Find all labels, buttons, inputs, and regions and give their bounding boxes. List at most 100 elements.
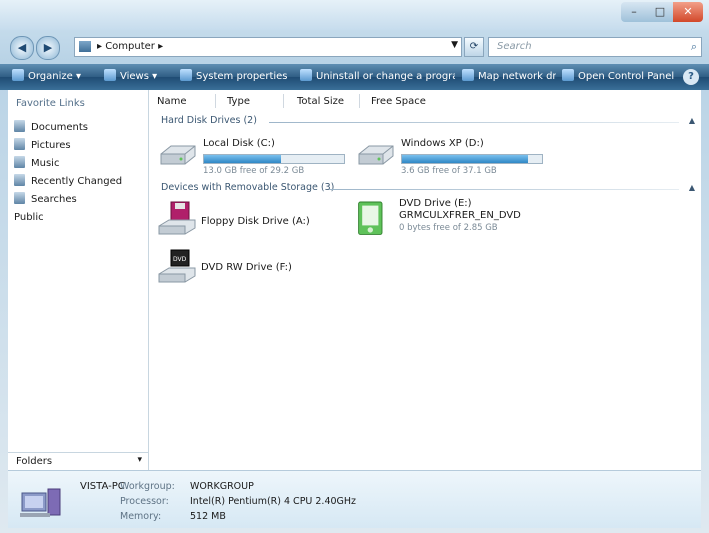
address-bar[interactable]: ▸ Computer ▸ ▼ bbox=[74, 37, 462, 57]
drive-d-usage-bar bbox=[401, 154, 543, 164]
drive-c-usage-fill bbox=[204, 155, 281, 163]
uninstall-label: Uninstall or change a program bbox=[316, 71, 455, 82]
column-header-free-space[interactable]: Free Space bbox=[371, 96, 426, 107]
address-dropdown-icon[interactable]: ▼ bbox=[451, 40, 458, 50]
floppy-drive-a[interactable]: Floppy Disk Drive (A:) bbox=[157, 200, 337, 244]
window-controls: – □ ✕ bbox=[621, 2, 703, 22]
svg-text:DVD: DVD bbox=[173, 256, 187, 263]
map-network-drive-button[interactable]: Map network drive bbox=[462, 64, 556, 90]
group-divider bbox=[269, 122, 679, 123]
favorite-links-heading: Favorite Links bbox=[16, 98, 85, 109]
nav-item-documents[interactable]: Documents bbox=[14, 120, 88, 136]
views-button[interactable]: Views ▾ bbox=[104, 64, 157, 90]
processor-value: Intel(R) Pentium(R) 4 CPU 2.40GHz bbox=[190, 496, 357, 507]
refresh-button[interactable]: ⟳ bbox=[464, 37, 484, 57]
control-panel-label: Open Control Panel bbox=[578, 71, 674, 82]
column-header-total-size[interactable]: Total Size bbox=[297, 96, 344, 107]
map-network-drive-label: Map network drive bbox=[478, 71, 556, 82]
dvd-disc-icon bbox=[358, 201, 383, 235]
nav-item-label: Pictures bbox=[31, 140, 71, 151]
nav-item-searches[interactable]: Searches bbox=[14, 192, 77, 208]
hard-disk-icon bbox=[160, 145, 196, 165]
back-button[interactable]: ◀ bbox=[10, 36, 34, 60]
views-label: Views ▾ bbox=[120, 71, 158, 82]
views-icon bbox=[104, 69, 116, 81]
control-panel-button[interactable]: Open Control Panel bbox=[562, 64, 674, 90]
dvd-drive-e[interactable]: DVD Drive (E:) GRMCULXFRER_EN_DVD 0 byte… bbox=[355, 198, 575, 246]
dvd-drive-label: GRMCULXFRER_EN_DVD bbox=[399, 210, 521, 221]
back-arrow-icon: ◀ bbox=[17, 41, 27, 54]
uninstall-button[interactable]: Uninstall or change a program bbox=[300, 64, 455, 90]
uninstall-icon bbox=[300, 69, 312, 81]
nav-item-label: Documents bbox=[31, 122, 89, 133]
close-button[interactable]: ✕ bbox=[673, 2, 703, 22]
chevron-down-icon: ▾ bbox=[137, 455, 142, 465]
organize-icon bbox=[12, 69, 24, 81]
help-icon[interactable]: ? bbox=[683, 69, 699, 85]
group-header-removable[interactable]: Devices with Removable Storage (3) bbox=[161, 182, 334, 193]
memory-value: 512 MB bbox=[190, 511, 226, 522]
drive-c-free-space: 13.0 GB free of 29.2 GB bbox=[203, 166, 305, 176]
drive-d-name: Windows XP (D:) bbox=[401, 138, 484, 149]
forward-arrow-icon: ▶ bbox=[43, 41, 53, 54]
processor-label: Processor: bbox=[120, 496, 169, 507]
search-icon[interactable]: ⌕ bbox=[691, 40, 697, 54]
command-bar: Organize ▾ Views ▾ System properties Uni… bbox=[0, 64, 709, 90]
workgroup-label: Workgroup: bbox=[120, 481, 175, 492]
nav-item-music[interactable]: Music bbox=[14, 156, 59, 172]
drive-c[interactable]: Local Disk (C:) 13.0 GB free of 29.2 GB bbox=[157, 138, 357, 178]
nav-item-label: Music bbox=[31, 158, 60, 169]
group-header-hard-disks[interactable]: Hard Disk Drives (2) bbox=[161, 115, 257, 126]
column-separator[interactable] bbox=[215, 94, 216, 108]
folders-label: Folders bbox=[16, 456, 53, 467]
drive-d-usage-fill bbox=[402, 155, 528, 163]
computer-icon bbox=[79, 41, 91, 52]
forward-button[interactable]: ▶ bbox=[36, 36, 60, 60]
collapse-chevron-icon[interactable]: ▲ bbox=[689, 116, 695, 125]
organize-button[interactable]: Organize ▾ bbox=[12, 64, 81, 90]
network-drive-icon bbox=[462, 69, 474, 81]
column-separator[interactable] bbox=[359, 94, 360, 108]
nav-item-label: Recently Changed bbox=[31, 176, 123, 187]
title-bar: – □ ✕ bbox=[0, 0, 709, 30]
computer-name: VISTA-PC bbox=[80, 481, 125, 492]
system-properties-label: System properties bbox=[196, 71, 288, 82]
column-header-name[interactable]: Name bbox=[157, 96, 187, 107]
search-placeholder: Search bbox=[497, 41, 532, 52]
hard-disk-icon bbox=[358, 145, 394, 165]
folders-toggle[interactable]: Folders ▾ bbox=[8, 452, 148, 471]
maximize-button[interactable]: □ bbox=[647, 2, 673, 22]
refresh-icon: ⟳ bbox=[469, 41, 479, 52]
minimize-button[interactable]: – bbox=[621, 2, 647, 22]
dvd-rw-drive-icon: DVD bbox=[158, 249, 196, 283]
collapse-chevron-icon[interactable]: ▲ bbox=[689, 183, 695, 192]
dvd-drive-name: DVD Drive (E:) bbox=[399, 198, 472, 209]
computer-icon bbox=[20, 488, 61, 517]
column-separator[interactable] bbox=[283, 94, 284, 108]
dvd-rw-drive-f[interactable]: DVD DVD RW Drive (F:) bbox=[157, 248, 337, 292]
column-header-type[interactable]: Type bbox=[227, 96, 250, 107]
drive-d[interactable]: Windows XP (D:) 3.6 GB free of 37.1 GB bbox=[355, 138, 565, 178]
nav-item-public[interactable]: Public bbox=[14, 210, 515, 231]
floppy-drive-name: Floppy Disk Drive (A:) bbox=[201, 216, 310, 227]
nav-item-recently-changed[interactable]: Recently Changed bbox=[14, 174, 122, 190]
control-panel-icon bbox=[562, 69, 574, 81]
address-row: ◀ ▶ ▸ Computer ▸ ▼ ⟳ Search ⌕ bbox=[0, 30, 709, 64]
dvd-rw-drive-name: DVD RW Drive (F:) bbox=[201, 262, 292, 273]
pictures-icon bbox=[14, 138, 25, 150]
explorer-window: – □ ✕ ◀ ▶ ▸ Computer ▸ ▼ ⟳ Search ⌕ Orga… bbox=[0, 0, 709, 533]
documents-icon bbox=[14, 120, 25, 132]
searches-icon bbox=[14, 192, 25, 204]
music-icon bbox=[14, 156, 25, 168]
workgroup-value: WORKGROUP bbox=[190, 481, 254, 492]
search-input[interactable]: Search ⌕ bbox=[488, 37, 702, 57]
nav-item-label: Public bbox=[14, 212, 44, 223]
memory-label: Memory: bbox=[120, 511, 162, 522]
address-path: ▸ Computer ▸ bbox=[97, 41, 164, 52]
nav-item-pictures[interactable]: Pictures bbox=[14, 138, 71, 154]
system-properties-button[interactable]: System properties bbox=[180, 64, 288, 90]
drive-c-usage-bar bbox=[203, 154, 345, 164]
details-pane: VISTA-PC Workgroup: WORKGROUP Processor:… bbox=[8, 470, 701, 528]
system-properties-icon bbox=[180, 69, 192, 81]
group-divider bbox=[329, 189, 679, 190]
